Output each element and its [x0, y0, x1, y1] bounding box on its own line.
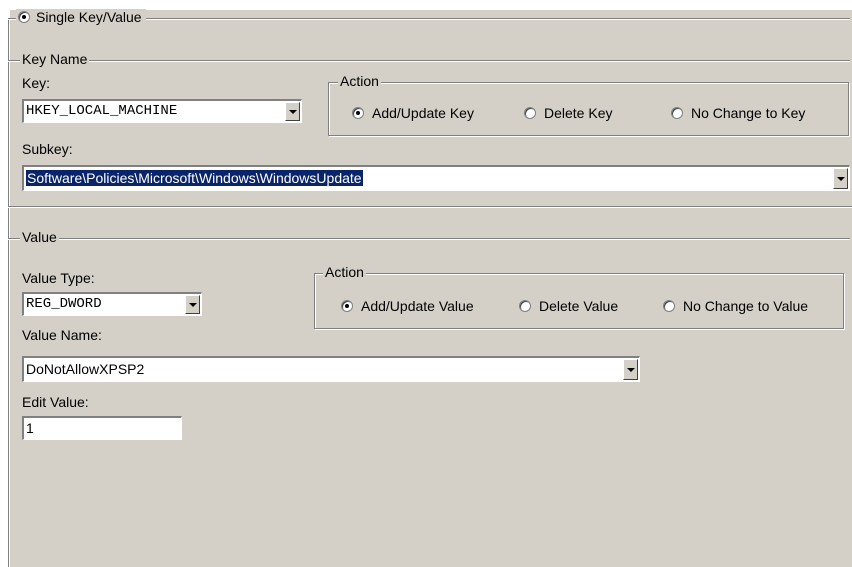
single-key-value-radio[interactable]: Single Key/Value [16, 9, 146, 25]
value-type-combobox[interactable]: REG_DWORD [22, 292, 202, 316]
panel-left-edge [8, 18, 10, 567]
subkey-dropdown-button[interactable] [833, 168, 848, 189]
no-change-value-label: No Change to Value [683, 298, 809, 314]
value-type-label: Value Type: [22, 270, 95, 286]
delete-value-radio[interactable]: Delete Value [519, 298, 618, 314]
key-name-legend: Key Name [20, 51, 90, 67]
section-separator [8, 206, 852, 208]
key-name-group-line [8, 60, 850, 62]
add-update-value-label: Add/Update Value [361, 298, 474, 314]
radio-unselected-icon [519, 300, 531, 312]
radio-unselected-icon [663, 300, 675, 312]
key-combobox[interactable]: HKEY_LOCAL_MACHINE [22, 99, 302, 123]
radio-unselected-icon [671, 107, 683, 119]
no-change-value-radio[interactable]: No Change to Value [663, 298, 808, 314]
radio-unselected-icon [524, 107, 536, 119]
key-combobox-value: HKEY_LOCAL_MACHINE [26, 103, 178, 119]
value-action-legend: Action [323, 264, 366, 280]
no-change-key-radio[interactable]: No Change to Key [671, 105, 805, 121]
value-name-label: Value Name: [22, 327, 102, 343]
single-key-value-label: Single Key/Value [36, 9, 142, 25]
value-legend: Value [20, 229, 59, 245]
edit-value-text: 1 [26, 420, 34, 436]
add-update-key-radio[interactable]: Add/Update Key [352, 105, 474, 121]
key-action-legend: Action [338, 73, 381, 89]
subkey-label: Subkey: [22, 141, 73, 157]
delete-key-radio[interactable]: Delete Key [524, 105, 612, 121]
radio-selected-icon [352, 107, 364, 119]
edit-value-label: Edit Value: [22, 394, 89, 410]
no-change-key-label: No Change to Key [691, 105, 806, 121]
value-name-combobox[interactable]: DoNotAllowXPSP2 [22, 356, 640, 382]
edit-value-input[interactable]: 1 [22, 416, 182, 440]
radio-selected-icon [341, 300, 353, 312]
subkey-combobox-value: Software\Policies\Microsoft\Windows\Wind… [26, 170, 363, 186]
value-group-line [8, 238, 850, 240]
key-label: Key: [22, 75, 51, 91]
key-dropdown-button[interactable] [285, 102, 300, 121]
radio-selected-icon [18, 11, 30, 23]
value-type-combobox-value: REG_DWORD [26, 296, 102, 312]
value-name-combobox-value: DoNotAllowXPSP2 [26, 361, 145, 377]
add-update-key-label: Add/Update Key [372, 105, 474, 121]
add-update-value-radio[interactable]: Add/Update Value [341, 298, 474, 314]
value-type-dropdown-button[interactable] [185, 295, 200, 314]
value-name-dropdown-button[interactable] [623, 359, 638, 380]
delete-value-label: Delete Value [539, 298, 619, 314]
delete-key-label: Delete Key [544, 105, 613, 121]
subkey-combobox[interactable]: Software\Policies\Microsoft\Windows\Wind… [22, 165, 850, 191]
